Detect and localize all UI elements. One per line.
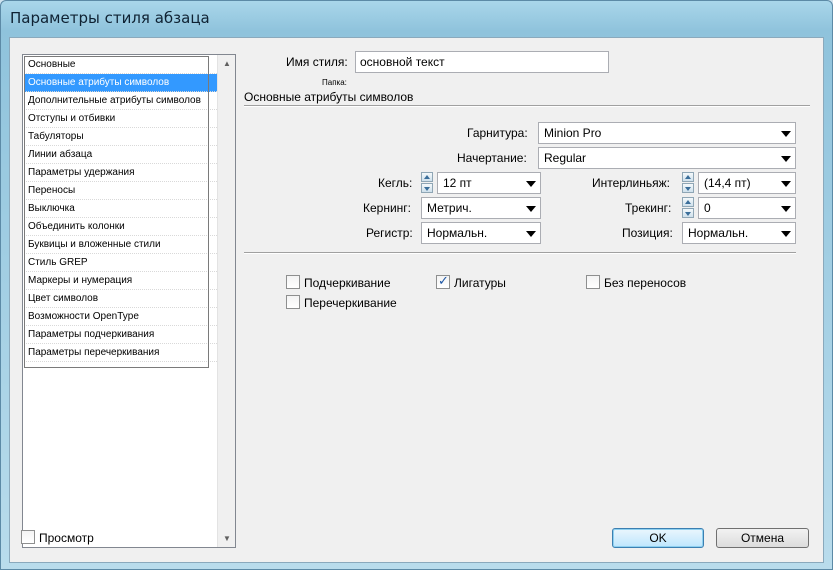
font-family-select[interactable]: Minion Pro (538, 122, 796, 144)
category-list-item[interactable]: Буквицы и вложенные стили (24, 236, 217, 254)
category-list-item[interactable]: Возможности OpenType (24, 308, 217, 326)
position-label: Позиция: (622, 226, 673, 240)
font-family-value: Minion Pro (544, 126, 602, 140)
ok-button[interactable]: OK (612, 528, 704, 548)
tracking-select[interactable]: 0 (698, 197, 796, 219)
leading-label: Интерлиньяж: (592, 176, 670, 190)
size-select[interactable]: 12 пт (437, 172, 541, 194)
dialog-window: Параметры стиля абзаца Основные Основные … (0, 0, 833, 570)
category-list-item[interactable]: Дополнительные атрибуты символов (24, 92, 217, 110)
category-list-item[interactable]: Основные атрибуты символов (24, 74, 217, 92)
dialog-client-area: Основные Основные атрибуты символов Дополн… (9, 37, 824, 563)
category-list-item[interactable]: Параметры подчеркивания (24, 326, 217, 344)
category-list-item[interactable]: Стиль GREP (24, 254, 217, 272)
kerning-select[interactable]: Метрич. (421, 197, 541, 219)
size-value: 12 пт (443, 176, 472, 190)
position-select[interactable]: Нормальн. (682, 222, 796, 244)
style-name-label: Имя стиля: (286, 55, 348, 69)
category-list-item[interactable]: Табуляторы (24, 128, 217, 146)
preview-label[interactable]: Просмотр (39, 531, 94, 545)
cancel-button[interactable]: Отмена (716, 528, 809, 548)
section-divider (244, 105, 810, 107)
chevron-down-icon (781, 181, 791, 187)
font-style-label: Начертание: (457, 151, 527, 165)
kerning-value: Метрич. (427, 201, 472, 215)
font-style-value: Regular (544, 151, 587, 165)
ligatures-checkbox[interactable]: ✓ (436, 273, 450, 289)
chevron-down-icon (781, 206, 791, 212)
category-list-item[interactable]: Цвет символов (24, 290, 217, 308)
category-list-scrollbar[interactable]: ▲ ▼ (217, 55, 235, 547)
scroll-down-icon[interactable]: ▼ (218, 530, 236, 547)
category-list-item[interactable]: Основные (24, 56, 217, 74)
case-select[interactable]: Нормальн. (421, 222, 541, 244)
chevron-down-icon (526, 181, 536, 187)
folder-label: Папка: (322, 78, 347, 87)
tracking-value: 0 (704, 201, 711, 215)
no-hyphenation-label[interactable]: Без переносов (604, 276, 686, 290)
leading-decrease-icon[interactable] (682, 183, 694, 193)
category-list-item[interactable]: Выключка (24, 200, 217, 218)
strikethrough-checkbox[interactable] (286, 295, 300, 309)
size-label: Кегль: (378, 176, 413, 190)
category-list-item[interactable]: Параметры перечеркивания (24, 344, 217, 362)
title-bar[interactable]: Параметры стиля абзаца (1, 1, 832, 37)
case-label: Регистр: (366, 226, 413, 240)
tracking-increase-icon[interactable] (682, 197, 694, 207)
chevron-down-icon (781, 156, 791, 162)
leading-value: (14,4 пт) (704, 176, 751, 190)
category-list-item[interactable]: Параметры удержания (24, 164, 217, 182)
style-name-input[interactable]: основной текст (355, 51, 609, 73)
underline-checkbox[interactable] (286, 275, 300, 289)
category-list-item[interactable]: Отступы и отбивки (24, 110, 217, 128)
window-title: Параметры стиля абзаца (10, 9, 210, 27)
position-value: Нормальн. (688, 226, 749, 240)
chevron-down-icon (781, 231, 791, 237)
size-decrease-icon[interactable] (421, 183, 433, 193)
underline-label[interactable]: Подчеркивание (304, 276, 391, 290)
category-list-item[interactable]: Маркеры и нумерация (24, 272, 217, 290)
options-divider (244, 252, 796, 254)
leading-stepper[interactable] (682, 172, 694, 194)
section-title: Основные атрибуты символов (244, 90, 414, 104)
case-value: Нормальн. (427, 226, 488, 240)
category-list-item[interactable]: Линии абзаца (24, 146, 217, 164)
size-stepper[interactable] (421, 172, 433, 194)
font-style-select[interactable]: Regular (538, 147, 796, 169)
tracking-decrease-icon[interactable] (682, 208, 694, 218)
kerning-label: Кернинг: (363, 201, 412, 215)
category-list-item[interactable]: Объединить колонки (24, 218, 217, 236)
chevron-down-icon (781, 131, 791, 137)
tracking-stepper[interactable] (682, 197, 694, 219)
scroll-up-icon[interactable]: ▲ (218, 55, 236, 72)
strikethrough-label[interactable]: Перечеркивание (304, 296, 397, 310)
chevron-down-icon (526, 231, 536, 237)
chevron-down-icon (526, 206, 536, 212)
tracking-label: Трекинг: (625, 201, 672, 215)
size-increase-icon[interactable] (421, 172, 433, 182)
no-hyphenation-checkbox[interactable] (586, 275, 600, 289)
ligatures-label[interactable]: Лигатуры (454, 276, 506, 290)
category-list: Основные Основные атрибуты символов Дополн… (22, 54, 236, 548)
preview-checkbox[interactable] (21, 530, 35, 544)
check-icon: ✓ (438, 273, 449, 288)
font-family-label: Гарнитура: (467, 126, 528, 140)
leading-select[interactable]: (14,4 пт) (698, 172, 796, 194)
category-list-items: Основные Основные атрибуты символов Дополн… (24, 56, 217, 546)
leading-increase-icon[interactable] (682, 172, 694, 182)
category-list-item[interactable]: Переносы (24, 182, 217, 200)
